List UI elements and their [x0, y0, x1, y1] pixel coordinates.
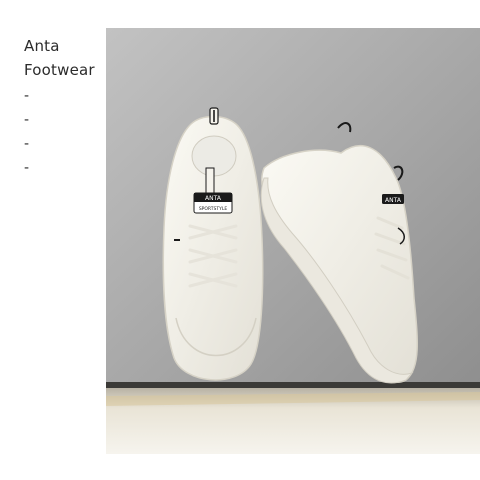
tongue-brand-text: ANTA: [205, 195, 222, 202]
left-sneaker: ANTA SPORTSTYLE: [162, 107, 264, 381]
caption-block: Anta Footwear - - - -: [24, 34, 104, 180]
heel-brand-text: ANTA: [385, 197, 402, 204]
category-label: Footwear: [24, 61, 95, 79]
dash-list: - - - -: [24, 84, 104, 180]
brand-name: Anta: [24, 37, 60, 55]
dash-item: -: [24, 160, 30, 176]
tongue-sub-text: SPORTSTYLE: [199, 206, 228, 212]
shelf-edge: [106, 382, 480, 388]
product-photo: ANTA SPORTSTYLE ANTA: [106, 28, 480, 454]
dash-item: -: [24, 136, 30, 152]
dash-item: -: [24, 88, 30, 104]
dash-item: -: [24, 112, 30, 128]
